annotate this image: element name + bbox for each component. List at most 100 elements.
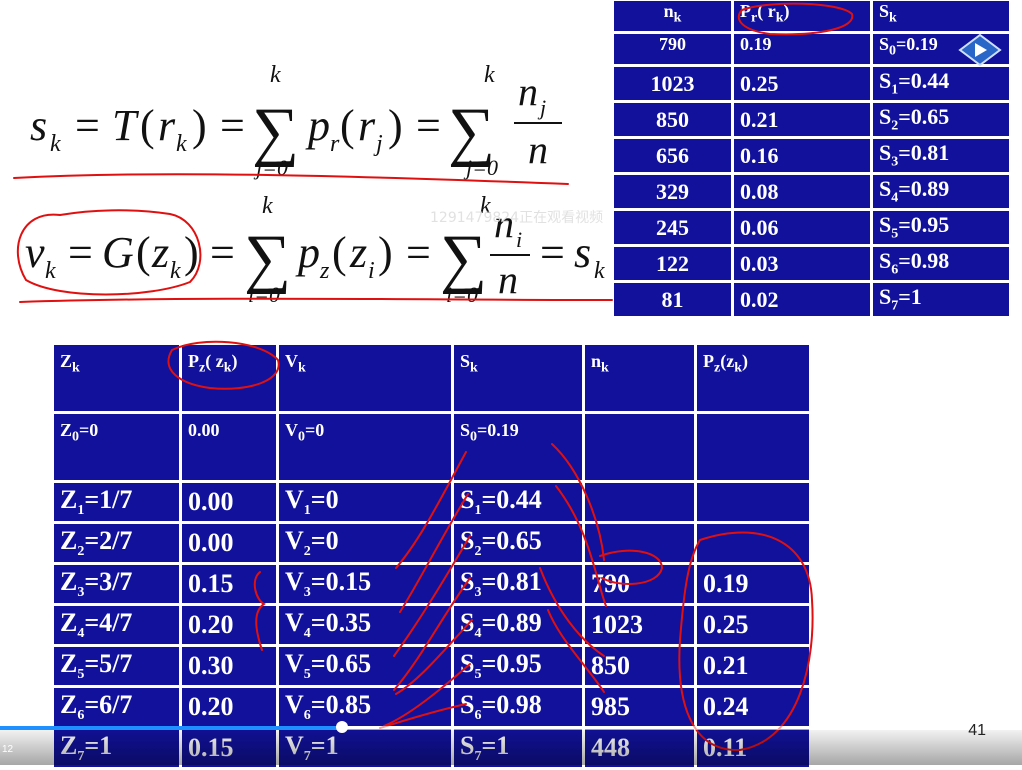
svg-text:(: ( — [340, 101, 355, 150]
specification-cell: V4=0.35 — [279, 606, 451, 644]
svg-text:(: ( — [332, 228, 347, 277]
svg-text:z: z — [319, 258, 330, 284]
specification-cell — [697, 414, 809, 480]
histogram-cell: 0.08 — [734, 175, 870, 208]
svg-text:(: ( — [136, 228, 151, 277]
specification-cell — [585, 414, 694, 480]
table-row: 1023 0.25 S1=0.44 — [614, 67, 1009, 100]
formula-top: s k = T ( r k ) = k ∑ j=0 p r ( r j ) = … — [30, 62, 562, 180]
svg-text:z: z — [349, 228, 367, 277]
histogram-cell: S7=1 — [873, 283, 1009, 316]
specification-cell: 0.20 — [182, 688, 276, 726]
table-row: Z4=4/7 0.20 V4=0.35 S4=0.89 1023 0.25 — [54, 606, 809, 644]
specification-cell: 0.00 — [182, 414, 276, 480]
histogram-cell: 0.06 — [734, 211, 870, 244]
header-pz-zk-result: Pz(zk) — [697, 345, 809, 411]
table-row: 81 0.02 S7=1 — [614, 283, 1009, 316]
specification-cell: Z1=1/7 — [54, 483, 179, 521]
svg-text:v: v — [25, 228, 45, 277]
viewer-watermark: 1291479824正在观看视频 — [430, 210, 604, 226]
specification-cell: V3=0.15 — [279, 565, 451, 603]
specification-cell: S6=0.98 — [454, 688, 582, 726]
specification-cell — [697, 483, 809, 521]
specification-cell: V0=0 — [279, 414, 451, 480]
histogram-cell: 0.16 — [734, 139, 870, 172]
svg-text:=: = — [540, 228, 565, 277]
histogram-cell: 850 — [614, 103, 731, 136]
svg-text:T: T — [112, 101, 140, 150]
svg-text:n: n — [528, 127, 548, 172]
specification-cell: 790 — [585, 565, 694, 603]
specification-cell: 1023 — [585, 606, 694, 644]
svg-text:i: i — [516, 227, 522, 252]
histogram-cell: S6=0.98 — [873, 247, 1009, 280]
histogram-cell: 0.19 — [734, 34, 870, 64]
histogram-cell: 245 — [614, 211, 731, 244]
histogram-cell: 329 — [614, 175, 731, 208]
svg-text:r: r — [158, 101, 176, 150]
histogram-cell: S4=0.89 — [873, 175, 1009, 208]
specification-cell: 850 — [585, 647, 694, 685]
specification-cell: S4=0.89 — [454, 606, 582, 644]
header-nk: nk — [585, 345, 694, 411]
histogram-table: nk Pr( rk) Sk 790 0.19 S0=0.19 1023 0.25 S1=0… — [611, 0, 1012, 319]
progress-bar[interactable] — [0, 721, 1022, 733]
specification-cell: S0=0.19 — [454, 414, 582, 480]
specification-cell — [585, 524, 694, 562]
histogram-cell: S3=0.81 — [873, 139, 1009, 172]
table-row: Z0=0 0.00 V0=0 S0=0.19 — [54, 414, 809, 480]
specification-cell — [585, 483, 694, 521]
svg-text:i=0: i=0 — [446, 282, 478, 305]
histogram-cell: 0.02 — [734, 283, 870, 316]
histogram-cell: 0.21 — [734, 103, 870, 136]
svg-text:=: = — [68, 228, 93, 277]
svg-text:k: k — [594, 258, 605, 284]
play-icon[interactable] — [956, 31, 1004, 69]
histogram-cell: 656 — [614, 139, 731, 172]
histogram-cell: S5=0.95 — [873, 211, 1009, 244]
svg-text:k: k — [170, 258, 181, 284]
svg-text:k: k — [50, 131, 61, 157]
histogram-cell: 790 — [614, 34, 731, 64]
specification-cell: 0.30 — [182, 647, 276, 685]
specification-cell: 985 — [585, 688, 694, 726]
header-zk: Zk — [54, 345, 179, 411]
svg-text:j: j — [537, 95, 546, 120]
svg-text:j=0: j=0 — [253, 155, 288, 180]
page-number: 41 — [968, 722, 986, 739]
specification-cell: Z5=5/7 — [54, 647, 179, 685]
table-row: Z3=3/7 0.15 V3=0.15 S3=0.81 790 0.19 — [54, 565, 809, 603]
current-time: 12 — [2, 744, 14, 755]
formula-area: s k = T ( r k ) = k ∑ j=0 p r ( r j ) = … — [25, 62, 605, 305]
svg-text:k: k — [45, 258, 56, 284]
specification-cell: 0.00 — [182, 524, 276, 562]
table-header-row: Zk Pz( zk) Vk Sk nk Pz(zk) — [54, 345, 809, 411]
histogram-cell: S1=0.44 — [873, 67, 1009, 100]
svg-text:i: i — [368, 258, 375, 284]
histogram-cell: 81 — [614, 283, 731, 316]
table-row: 245 0.06 S5=0.95 — [614, 211, 1009, 244]
specification-cell — [697, 524, 809, 562]
specification-cell: V5=0.65 — [279, 647, 451, 685]
svg-text:k: k — [270, 62, 281, 88]
svg-text:s: s — [574, 228, 591, 277]
svg-text:p: p — [295, 228, 320, 277]
video-controls-bar[interactable]: 12 — [0, 730, 1022, 765]
svg-text:z: z — [151, 228, 169, 277]
specification-cell: Z2=2/7 — [54, 524, 179, 562]
specification-cell: Z0=0 — [54, 414, 179, 480]
specification-cell: 0.20 — [182, 606, 276, 644]
specification-cell: Z4=4/7 — [54, 606, 179, 644]
histogram-cell: 122 — [614, 247, 731, 280]
table-row: Z1=1/7 0.00 V1=0 S1=0.44 — [54, 483, 809, 521]
progress-fill — [0, 726, 343, 730]
svg-text:p: p — [305, 101, 330, 150]
svg-text:): ) — [192, 101, 207, 150]
header-pz-zk: Pz( zk) — [182, 345, 276, 411]
specification-cell: V2=0 — [279, 524, 451, 562]
table-row: 329 0.08 S4=0.89 — [614, 175, 1009, 208]
svg-text:): ) — [378, 228, 393, 277]
specification-cell: S3=0.81 — [454, 565, 582, 603]
header-sk: Sk — [454, 345, 582, 411]
svg-text:r: r — [330, 131, 340, 157]
